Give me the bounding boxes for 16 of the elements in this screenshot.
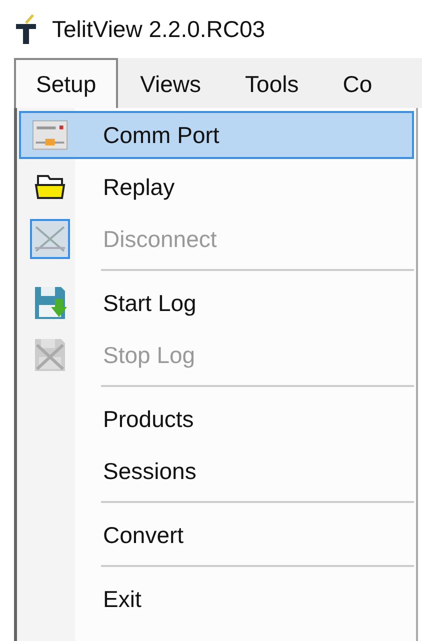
app-logo-icon (14, 14, 38, 44)
menu-item[interactable]: Convert (19, 511, 414, 559)
menu-item[interactable]: Sessions (19, 447, 414, 495)
menu-bar-item[interactable]: Tools (223, 58, 321, 108)
menu-bar-item[interactable]: Views (118, 58, 224, 108)
disconnect-icon (33, 222, 67, 256)
window-title: TelitView 2.2.0.RC03 (52, 16, 266, 42)
menu-item[interactable]: Comm Port (19, 111, 414, 159)
port-icon (32, 118, 68, 152)
menu-bar-item[interactable]: Co (320, 58, 394, 108)
menu-item[interactable]: Start Log (19, 279, 414, 327)
menu-item[interactable]: Replay (19, 163, 414, 211)
menu-bar-item[interactable]: Setup (14, 58, 118, 108)
menu-item[interactable]: Products (19, 395, 414, 443)
folder-icon (34, 174, 66, 200)
menu-item[interactable]: Exit (19, 575, 414, 623)
